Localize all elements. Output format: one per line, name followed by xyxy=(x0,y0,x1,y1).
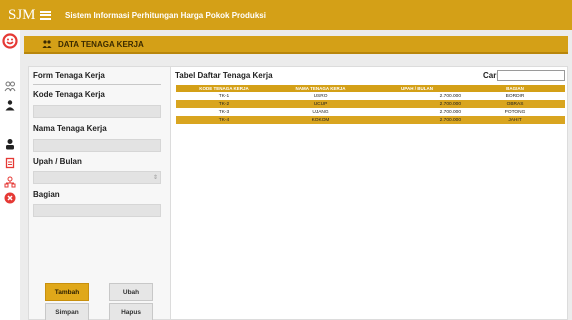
tambah-button[interactable]: Tambah xyxy=(45,283,89,301)
column-header-kode[interactable]: KODE TENAGA KERJA xyxy=(176,86,272,91)
table-header-row: KODE TENAGA KERJA NAMA TENAGA KERJA UPAH… xyxy=(176,85,565,92)
app-title: Sistem Informasi Perhitungan Harga Pokok… xyxy=(65,10,266,20)
cell-kode: TK-3 xyxy=(218,109,230,115)
cell-nama: UCUP xyxy=(313,101,328,107)
worker-table: KODE TENAGA KERJA NAMA TENAGA KERJA UPAH… xyxy=(176,85,565,124)
cell-bagian: JAHIT xyxy=(508,117,522,123)
cell-bagian: OBRAS xyxy=(506,101,524,107)
sidebar xyxy=(0,30,20,320)
simpan-button[interactable]: Simpan xyxy=(45,303,89,320)
main-content: DATA TENAGA KERJA Form Tenaga Kerja Kode… xyxy=(20,30,572,320)
hamburger-icon[interactable] xyxy=(40,10,51,20)
page-title: DATA TENAGA KERJA xyxy=(58,39,144,49)
cell-kode: TK-4 xyxy=(218,117,230,123)
person-tie-icon[interactable] xyxy=(3,98,17,112)
cell-upah: 2.700.000 xyxy=(439,117,461,123)
table-row[interactable]: TK-3 UJANG 2.700.000 POTONG xyxy=(176,108,565,116)
cell-kode: TK-1 xyxy=(218,93,230,99)
upah-label: Upah / Bulan xyxy=(33,157,82,166)
form-title: Form Tenaga Kerja xyxy=(33,71,105,80)
spinner-icon[interactable]: ⇕ xyxy=(153,174,158,181)
cell-nama: USRO xyxy=(313,93,328,99)
nama-label: Nama Tenaga Kerja xyxy=(33,124,107,133)
bagian-field[interactable] xyxy=(33,204,161,217)
upah-field[interactable]: ⇕ xyxy=(33,171,161,184)
table-row[interactable]: TK-1 USRO 2.700.000 BORDIR xyxy=(176,92,565,100)
hapus-button[interactable]: Hapus xyxy=(109,303,153,320)
cell-bagian: BORDIR xyxy=(505,93,525,99)
team-icon xyxy=(42,40,52,48)
search-input[interactable] xyxy=(497,70,565,81)
cell-upah: 2.700.000 xyxy=(439,109,461,115)
top-bar: SJM Sistem Informasi Perhitungan Harga P… xyxy=(0,0,572,30)
nama-field[interactable] xyxy=(33,139,161,152)
table-row[interactable]: TK-4 KOKOM 2.700.000 JAHIT xyxy=(176,116,565,124)
table-panel: Tabel Daftar Tenaga Kerja Cari : KODE TE… xyxy=(170,66,568,320)
column-header-nama[interactable]: NAMA TENAGA KERJA xyxy=(272,86,369,91)
table-row[interactable]: TK-2 UCUP 2.700.000 OBRAS xyxy=(176,100,565,108)
document-icon[interactable] xyxy=(3,156,17,170)
column-header-upah[interactable]: UPAH / BULAN xyxy=(369,86,465,91)
cell-kode: TK-2 xyxy=(218,101,230,107)
table-title: Tabel Daftar Tenaga Kerja xyxy=(175,71,273,80)
ubah-button[interactable]: Ubah xyxy=(109,283,153,301)
kode-field[interactable] xyxy=(33,105,161,118)
form-divider xyxy=(33,84,161,85)
logo-icon[interactable] xyxy=(2,33,18,49)
cell-upah: 2.700.000 xyxy=(439,93,461,99)
bagian-label: Bagian xyxy=(33,190,60,199)
kode-label: Kode Tenaga Kerja xyxy=(33,90,105,99)
brand-logo-text: SJM xyxy=(8,6,36,23)
page-header: DATA TENAGA KERJA xyxy=(24,36,568,54)
cell-nama: KOKOM xyxy=(311,117,330,123)
user-icon[interactable] xyxy=(3,137,17,151)
cell-upah: 2.700.000 xyxy=(439,101,461,107)
people-icon[interactable] xyxy=(3,79,17,93)
cell-nama: UJANG xyxy=(312,109,329,115)
form-panel: Form Tenaga Kerja Kode Tenaga Kerja Nama… xyxy=(28,66,178,320)
close-circle-icon[interactable] xyxy=(3,191,17,205)
network-icon[interactable] xyxy=(3,175,17,189)
column-header-bagian[interactable]: BAGIAN xyxy=(465,86,565,91)
cell-bagian: POTONG xyxy=(504,109,526,115)
